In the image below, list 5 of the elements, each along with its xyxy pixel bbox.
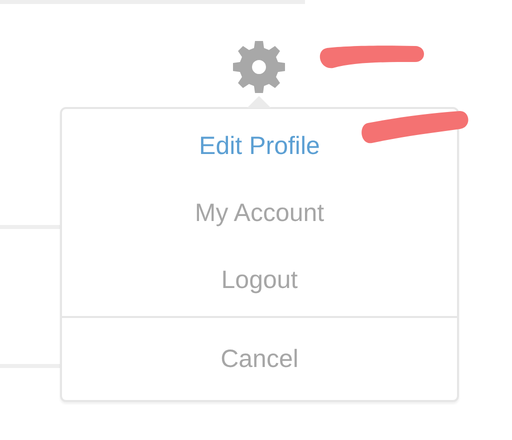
cancel-button[interactable]: Cancel <box>62 318 457 400</box>
menu-item[interactable]: Logout <box>62 247 457 314</box>
menu-item[interactable]: Edit Profile <box>62 113 457 180</box>
settings-icon[interactable] <box>233 41 285 93</box>
menu-item[interactable]: My Account <box>62 180 457 247</box>
